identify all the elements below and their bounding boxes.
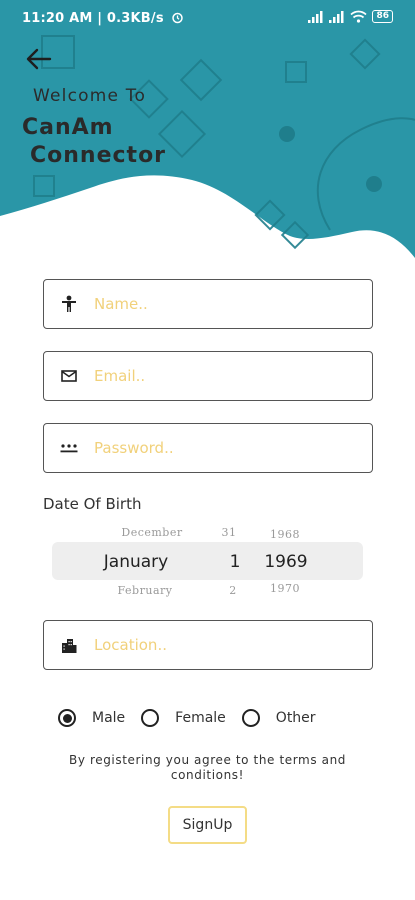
terms-text: By registering you agree to the terms an… <box>69 753 346 782</box>
welcome-text: Welcome To <box>33 86 147 106</box>
password-field[interactable] <box>43 423 373 473</box>
password-input[interactable] <box>94 428 354 468</box>
app-name: CanAm Connector <box>22 114 166 170</box>
status-indicators: 86 <box>308 10 393 23</box>
picker-day-prev[interactable]: 31 <box>214 526 244 539</box>
status-bar: 11:20 AM | 0.3KB/s 86 <box>0 0 415 36</box>
name-input[interactable] <box>94 284 354 324</box>
arrow-left-icon <box>26 48 52 70</box>
status-time: 11:20 AM | 0.3KB/s <box>22 11 184 26</box>
signal-icon-2 <box>329 10 344 23</box>
gender-option-male[interactable]: Male <box>58 709 125 727</box>
person-icon <box>44 280 94 328</box>
app-name-line2: Connector <box>30 143 167 168</box>
picker-year-next[interactable]: 1970 <box>260 582 310 595</box>
gender-option-other[interactable]: Other <box>241 709 316 727</box>
password-dots-icon <box>44 424 94 472</box>
location-input[interactable] <box>94 625 354 665</box>
radio-button-other[interactable] <box>241 709 260 727</box>
email-field[interactable] <box>43 351 373 401</box>
location-field[interactable] <box>43 620 373 670</box>
picker-month-next[interactable]: February <box>97 584 193 597</box>
picker-day-selected[interactable]: 1 <box>220 552 250 572</box>
radio-selected-dot <box>62 713 72 723</box>
picker-month-prev[interactable]: December <box>102 526 202 539</box>
gender-label-male: Male <box>92 710 126 726</box>
picker-month-selected[interactable]: January <box>88 552 184 572</box>
status-time-text: 11:20 AM | 0.3KB/s <box>22 11 164 26</box>
picker-day-next[interactable]: 2 <box>218 584 248 597</box>
dob-label: Date Of Birth <box>43 495 142 513</box>
gender-label-other: Other <box>275 710 316 726</box>
signup-button[interactable]: SignUp <box>168 806 247 844</box>
gender-option-female[interactable]: Female <box>141 709 226 727</box>
app-name-line1: CanAm <box>22 115 114 140</box>
picker-year-selected[interactable]: 1969 <box>260 552 312 572</box>
name-field[interactable] <box>43 279 373 329</box>
gender-label-female: Female <box>175 710 226 726</box>
email-input[interactable] <box>94 356 354 396</box>
back-button[interactable] <box>24 44 54 74</box>
signal-icon <box>308 10 323 23</box>
mail-icon <box>44 352 94 400</box>
battery-icon: 86 <box>372 10 393 23</box>
gender-radio-group: Male Female Other <box>58 706 332 730</box>
city-icon <box>44 621 94 669</box>
radio-button-male[interactable] <box>58 709 76 727</box>
wifi-icon <box>350 10 368 23</box>
alarm-icon <box>171 12 183 24</box>
radio-button-female[interactable] <box>141 709 160 727</box>
date-picker[interactable]: December 31 1968 January 1 1969 February… <box>52 520 363 610</box>
picker-year-prev[interactable]: 1968 <box>260 528 310 541</box>
